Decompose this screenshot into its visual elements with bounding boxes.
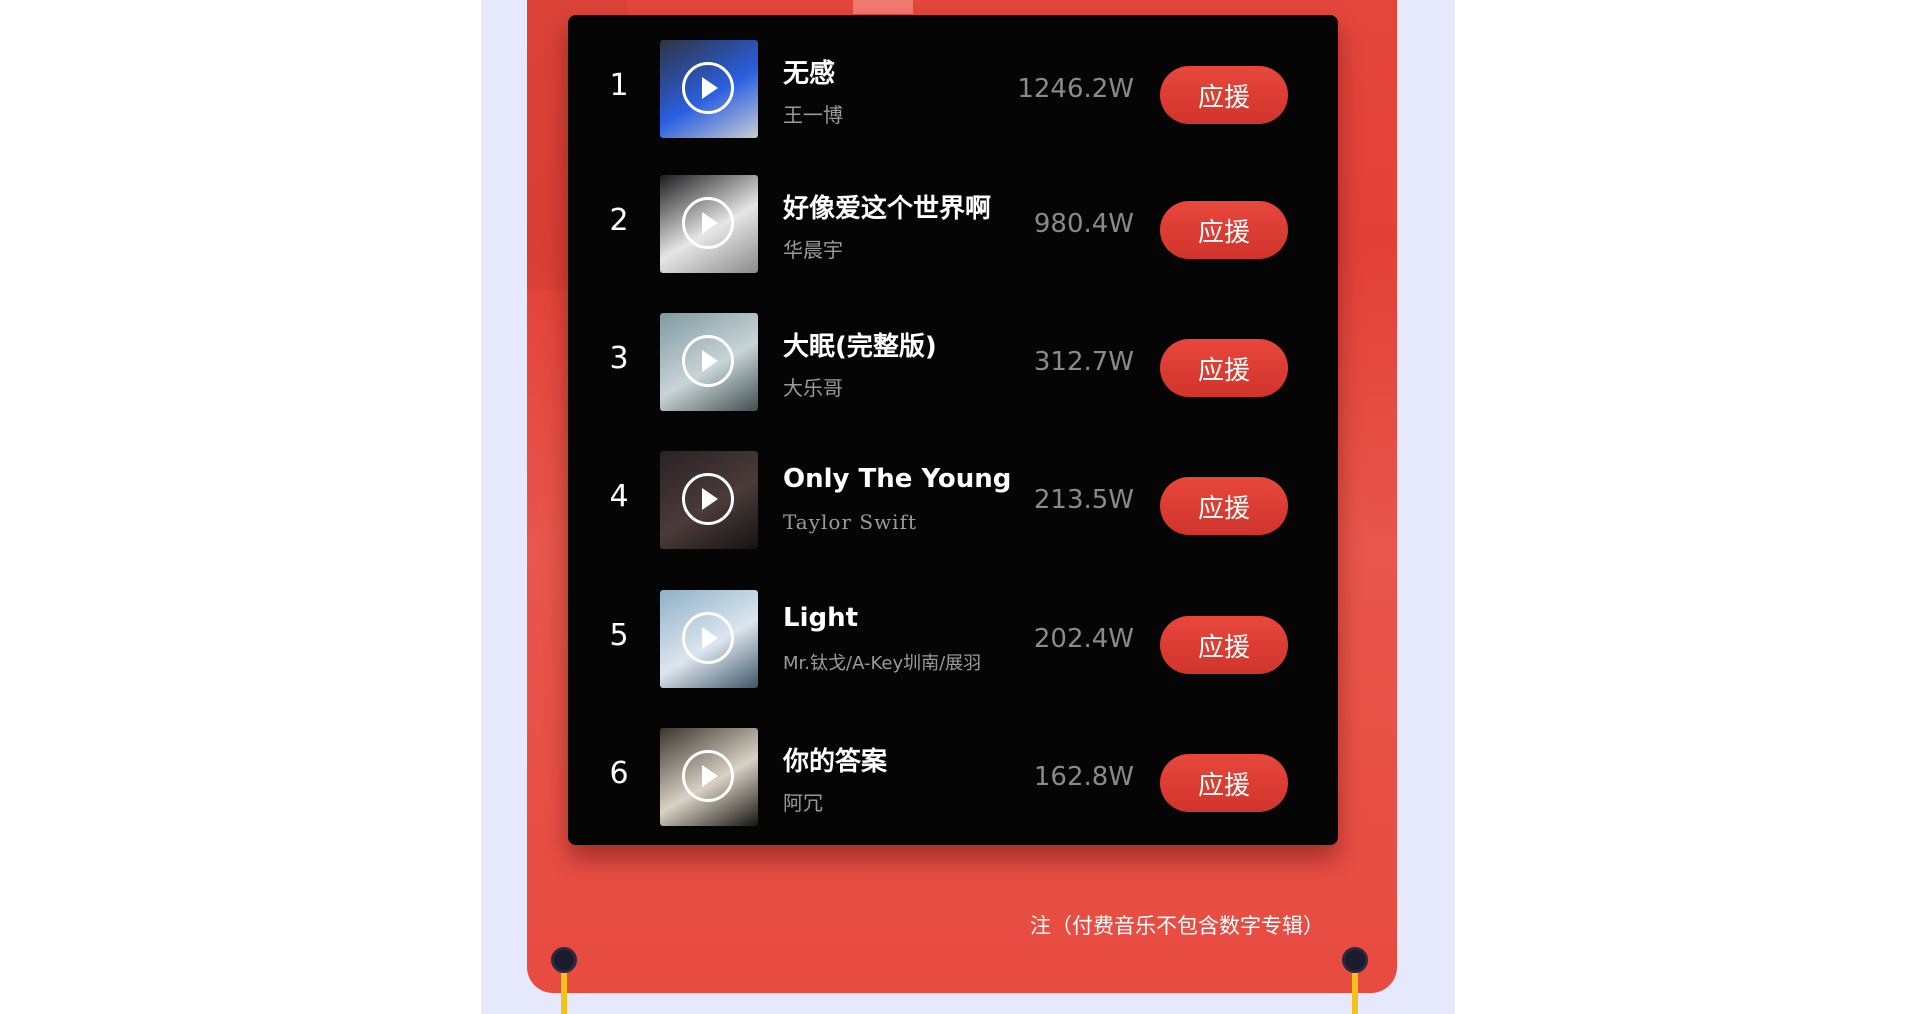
pin-right — [1342, 947, 1368, 973]
pin-left — [551, 947, 577, 973]
footnote: 注（付费音乐不包含数字专辑） — [1030, 914, 1324, 938]
support-button[interactable]: 应援 — [1160, 66, 1288, 124]
support-count: 1246.2W — [1017, 74, 1134, 104]
support-button[interactable]: 应援 — [1160, 477, 1288, 535]
album-cover[interactable] — [660, 590, 758, 688]
song-row: 5 Light Mr.钛戈/A-Key圳南/展羽 202.4W 应援 — [568, 590, 1338, 690]
support-button[interactable]: 应援 — [1160, 201, 1288, 259]
support-button[interactable]: 应援 — [1160, 616, 1288, 674]
play-icon[interactable] — [682, 62, 734, 114]
play-icon[interactable] — [682, 750, 734, 802]
support-button[interactable]: 应援 — [1160, 339, 1288, 397]
support-count: 202.4W — [1033, 624, 1134, 654]
support-count: 312.7W — [1033, 347, 1134, 377]
rank-number: 4 — [609, 479, 629, 514]
album-cover[interactable] — [660, 728, 758, 826]
rank-number: 1 — [609, 68, 629, 103]
album-cover[interactable] — [660, 451, 758, 549]
song-artist: 阿冗 — [783, 791, 823, 815]
rank-number: 5 — [609, 618, 629, 653]
song-title: 好像爱这个世界啊 — [783, 194, 992, 224]
play-icon[interactable] — [682, 335, 734, 387]
support-count: 980.4W — [1033, 209, 1134, 239]
song-ranking-card: 1 无感 王一博 1246.2W 应援 2 好像爱这个世界啊 华晨宇 980.4… — [568, 15, 1338, 845]
song-artist: Mr.钛戈/A-Key圳南/展羽 — [783, 653, 982, 674]
support-count: 213.5W — [1033, 485, 1134, 515]
song-artist: 大乐哥 — [783, 376, 843, 400]
song-row: 3 大眠(完整版) 大乐哥 312.7W 应援 — [568, 313, 1338, 413]
song-row: 4 Only The Young Taylor Swift 213.5W 应援 — [568, 451, 1338, 551]
album-cover[interactable] — [660, 313, 758, 411]
song-row: 6 你的答案 阿冗 162.8W 应援 — [568, 728, 1338, 828]
play-icon[interactable] — [682, 473, 734, 525]
song-title: 你的答案 — [783, 747, 888, 777]
song-artist: 王一博 — [783, 103, 843, 127]
rank-number: 6 — [609, 756, 629, 791]
song-row: 1 无感 王一博 1246.2W 应援 — [568, 40, 1338, 140]
support-button[interactable]: 应援 — [1160, 754, 1288, 812]
song-title: 无感 — [783, 59, 836, 89]
panel-highlight — [853, 0, 913, 14]
rank-number: 3 — [609, 341, 629, 376]
song-artist: Taylor Swift — [783, 510, 918, 534]
song-artist: 华晨宇 — [783, 238, 843, 262]
album-cover[interactable] — [660, 40, 758, 138]
play-icon[interactable] — [682, 197, 734, 249]
song-title: Only The Young — [783, 464, 1012, 494]
album-cover[interactable] — [660, 175, 758, 273]
song-row: 2 好像爱这个世界啊 华晨宇 980.4W 应援 — [568, 175, 1338, 275]
rank-number: 2 — [609, 203, 629, 238]
song-title: 大眠(完整版) — [783, 332, 937, 362]
support-count: 162.8W — [1033, 762, 1134, 792]
play-icon[interactable] — [682, 612, 734, 664]
song-title: Light — [783, 603, 859, 633]
